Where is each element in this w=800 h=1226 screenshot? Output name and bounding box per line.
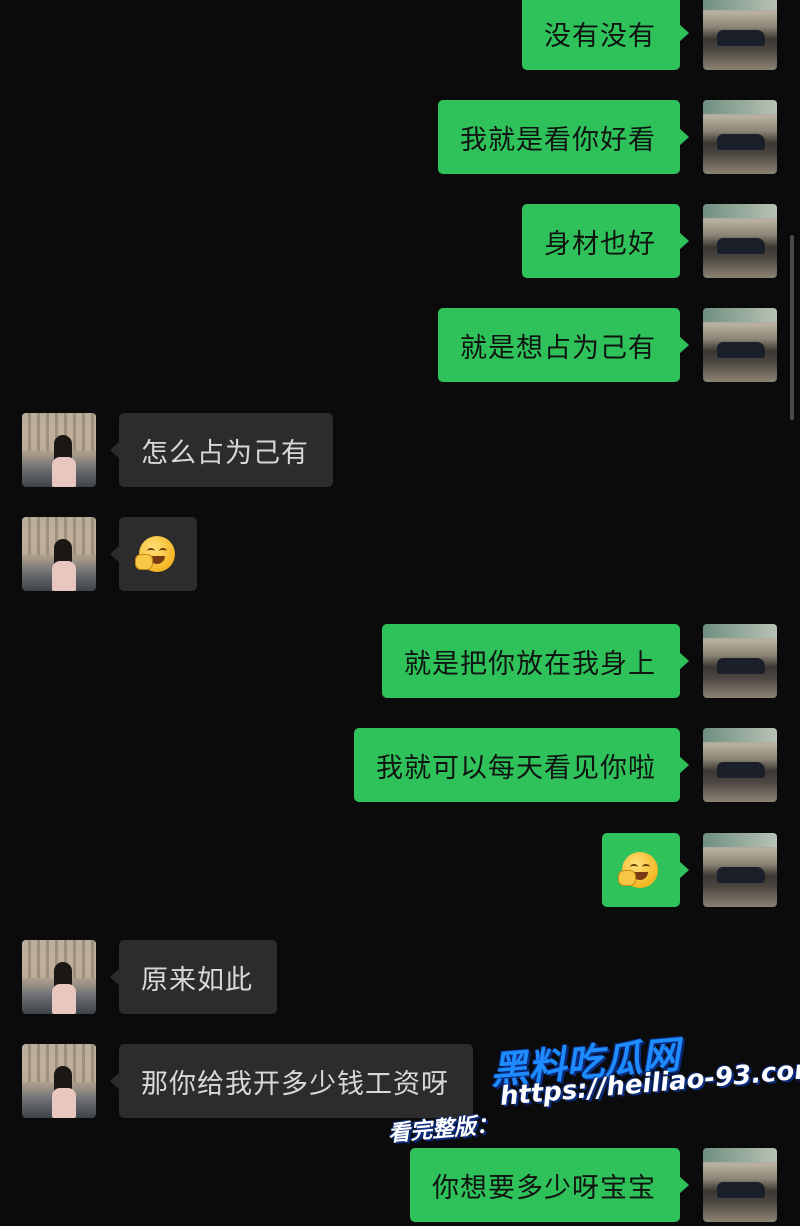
- message-bubble[interactable]: [110, 517, 197, 591]
- message-text: 没有没有: [544, 20, 656, 52]
- contact-avatar[interactable]: [22, 1044, 96, 1118]
- message-text: 就是把你放在我身上: [404, 648, 656, 680]
- my-avatar[interactable]: [703, 308, 777, 382]
- message-outgoing[interactable]: 我就是看你好看: [0, 100, 800, 178]
- message-text: 原来如此: [141, 964, 253, 996]
- message-bubble[interactable]: 就是想占为己有: [438, 308, 689, 382]
- scrollbar[interactable]: [790, 235, 794, 420]
- message-bubble[interactable]: 我就可以每天看见你啦: [354, 728, 689, 802]
- message-bubble[interactable]: 没有没有: [522, 0, 689, 70]
- message-bubble[interactable]: 就是把你放在我身上: [382, 624, 689, 698]
- hugging-face-emoji: [618, 852, 658, 888]
- message-outgoing[interactable]: 你想要多少呀宝宝: [0, 1148, 800, 1226]
- my-avatar[interactable]: [703, 1148, 777, 1222]
- message-text: 你想要多少呀宝宝: [432, 1172, 656, 1204]
- message-outgoing[interactable]: 就是把你放在我身上: [0, 624, 800, 702]
- message-incoming[interactable]: 原来如此: [0, 940, 800, 1018]
- contact-avatar[interactable]: [22, 940, 96, 1014]
- my-avatar[interactable]: [703, 728, 777, 802]
- message-text: 就是想占为己有: [460, 332, 656, 364]
- my-avatar[interactable]: [703, 0, 777, 70]
- message-text: 怎么占为己有: [141, 437, 309, 469]
- message-text: 那你给我开多少钱工资呀: [141, 1068, 449, 1100]
- message-bubble[interactable]: 那你给我开多少钱工资呀: [110, 1044, 473, 1118]
- contact-avatar[interactable]: [22, 413, 96, 487]
- message-text: 我就可以每天看见你啦: [376, 752, 656, 784]
- message-bubble[interactable]: 我就是看你好看: [438, 100, 689, 174]
- my-avatar[interactable]: [703, 624, 777, 698]
- message-outgoing[interactable]: [0, 833, 800, 911]
- message-text: 我就是看你好看: [460, 124, 656, 156]
- my-avatar[interactable]: [703, 204, 777, 278]
- message-text: 身材也好: [544, 228, 656, 260]
- my-avatar[interactable]: [703, 833, 777, 907]
- message-outgoing[interactable]: 身材也好: [0, 204, 800, 282]
- contact-avatar[interactable]: [22, 517, 96, 591]
- message-outgoing[interactable]: 我就可以每天看见你啦: [0, 728, 800, 806]
- message-bubble[interactable]: [602, 833, 689, 907]
- message-bubble[interactable]: 你想要多少呀宝宝: [410, 1148, 689, 1222]
- message-outgoing[interactable]: 就是想占为己有: [0, 308, 800, 386]
- message-incoming[interactable]: 怎么占为己有: [0, 413, 800, 491]
- message-bubble[interactable]: 怎么占为己有: [110, 413, 333, 487]
- message-incoming[interactable]: [0, 517, 800, 595]
- my-avatar[interactable]: [703, 100, 777, 174]
- message-outgoing[interactable]: 没有没有: [0, 0, 800, 74]
- message-bubble[interactable]: 身材也好: [522, 204, 689, 278]
- facepalm-emoji: [135, 536, 175, 572]
- message-bubble[interactable]: 原来如此: [110, 940, 277, 1014]
- chat-message-list[interactable]: 没有没有 我就是看你好看 身材也好 就是想占为己有 怎么占为己有 就是把你放在我…: [0, 0, 800, 1222]
